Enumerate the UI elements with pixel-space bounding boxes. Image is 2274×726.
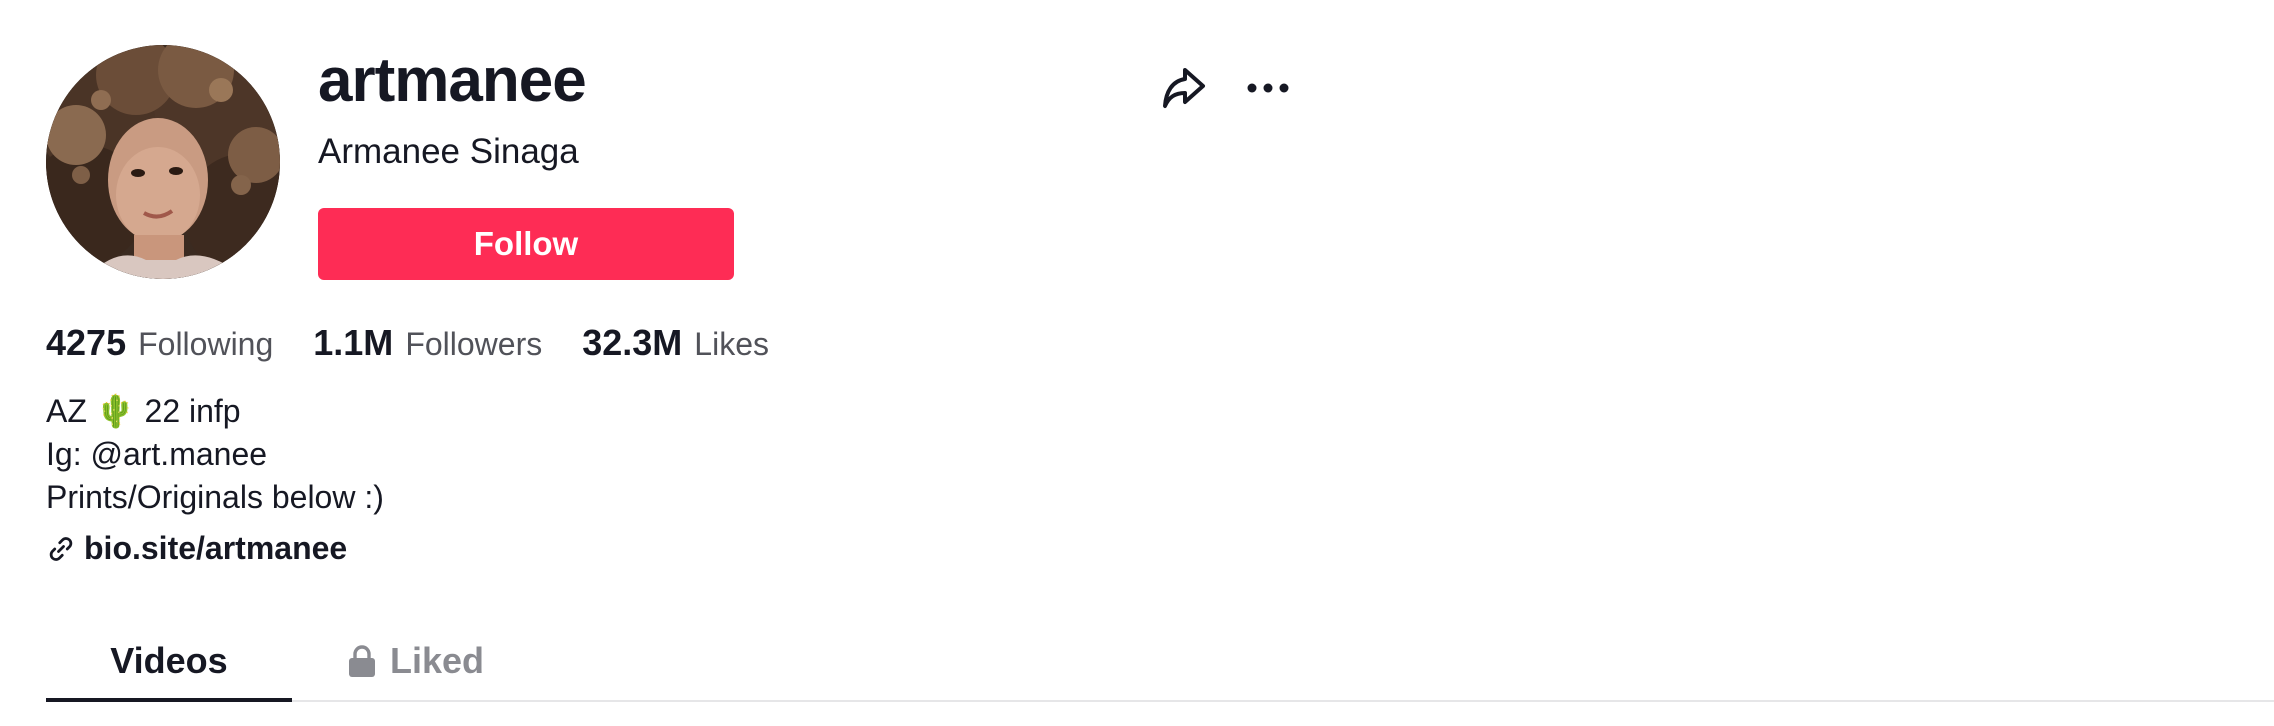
active-tab-indicator [46,698,292,702]
ellipsis-icon [1247,83,1289,93]
profile-stats: 4275 Following 1.1M Followers 32.3M Like… [46,322,809,364]
display-name: Armanee Sinaga [318,132,579,171]
stat-following[interactable]: 4275 Following [46,322,273,364]
profile-tabs: Videos Liked [46,620,2274,702]
bio-line: Ig: @art.manee [46,436,268,472]
bio-link[interactable]: bio.site/artmanee [46,530,347,567]
stat-likes: 32.3M Likes [582,322,769,364]
share-arrow-icon [1163,68,1205,108]
stat-value: 4275 [46,322,127,363]
link-icon [49,536,73,561]
follow-button[interactable]: Follow [318,208,734,280]
avatar[interactable] [46,45,280,279]
lock-icon [348,645,376,677]
stat-label: Likes [694,326,769,362]
stat-value: 32.3M [582,322,683,363]
bio-link-text: bio.site/artmanee [84,530,348,566]
avatar-image [46,45,280,279]
tab-videos[interactable]: Videos [46,620,292,702]
share-button[interactable] [1158,62,1210,114]
bio: AZ 🌵 22 infp Ig: @art.manee Prints/Origi… [46,390,384,519]
stat-label: Following [138,326,274,362]
profile-page: artmanee Armanee Sinaga Follow 4275 Foll… [0,0,2274,726]
bio-line: AZ 🌵 22 infp [46,393,241,429]
tab-label: Liked [389,640,485,681]
stat-label: Followers [405,326,543,362]
stat-value: 1.1M [313,322,394,363]
bio-line: Prints/Originals below :) [46,479,384,515]
tab-label: Videos [110,640,228,681]
stat-followers[interactable]: 1.1M Followers [313,322,542,364]
username: artmanee [318,46,587,115]
tab-liked[interactable]: Liked [292,620,540,702]
more-options-button[interactable] [1242,62,1294,114]
